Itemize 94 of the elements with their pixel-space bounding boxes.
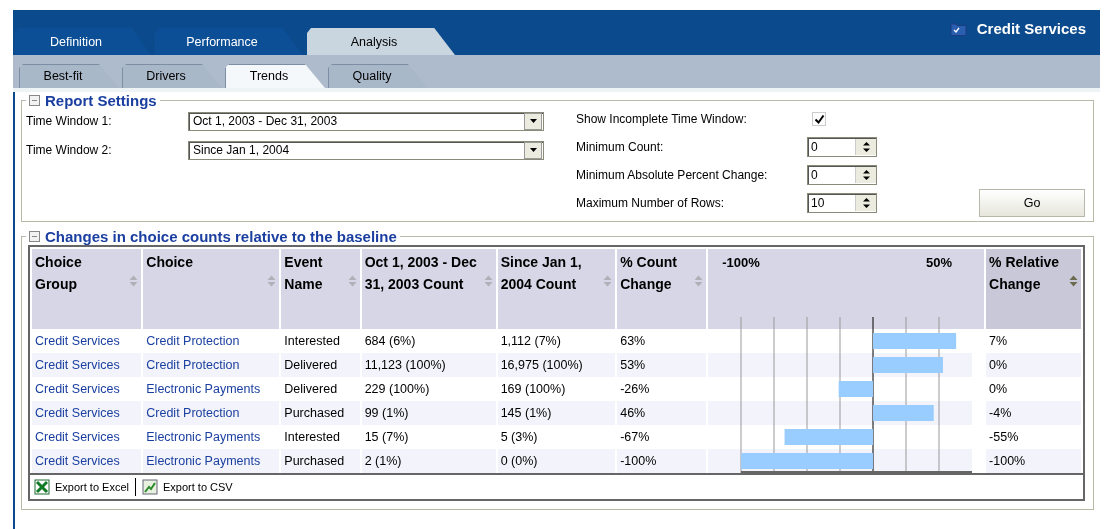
- table-cell: 99 (1%): [361, 401, 496, 425]
- table-cell-text: 229 (100%): [363, 381, 431, 398]
- table-cell-text: Interested: [283, 429, 341, 446]
- table-link[interactable]: Credit Services: [32, 353, 142, 377]
- spinner-arrows-icon: [855, 167, 876, 183]
- sort-icon: [1069, 275, 1078, 287]
- table-link[interactable]: Credit Protection: [143, 353, 280, 377]
- table-cell: 0%: [986, 353, 1081, 377]
- sort-icon: [693, 275, 703, 287]
- table-cell-text: 15 (7%): [363, 429, 410, 446]
- table-cell: -4%: [986, 401, 1081, 425]
- tab[interactable]: Analysis: [307, 28, 455, 55]
- field-label: Time Window 2:: [26, 143, 113, 157]
- table-cell-text: 0%: [988, 381, 1009, 398]
- table-cell: 0 (0%): [497, 449, 616, 473]
- table-cell-text: 7%: [988, 333, 1009, 350]
- column-header[interactable]: Choice Group: [32, 249, 142, 329]
- table-cell: -100%: [986, 449, 1081, 473]
- tab[interactable]: Performance: [155, 28, 303, 55]
- column-header[interactable]: Event Name: [281, 249, 360, 329]
- table-link[interactable]: Credit Services: [32, 449, 142, 473]
- section-title: Report Settings: [45, 92, 157, 109]
- table-cell: Delivered: [281, 353, 360, 377]
- table-cell: Purchased: [281, 449, 360, 473]
- tab[interactable]: Drivers: [122, 64, 222, 88]
- table-cell-text: Delivered: [283, 381, 339, 398]
- sort-icon: [267, 275, 277, 287]
- table-link[interactable]: Credit Protection: [143, 401, 280, 425]
- table-cell: 16,975 (100%): [497, 353, 616, 377]
- chart-bar: [872, 357, 943, 373]
- tab[interactable]: Best-fit: [19, 64, 119, 88]
- field-label: Minimum Absolute Percent Change:: [576, 168, 769, 182]
- sort-icon: [347, 275, 357, 287]
- collapse-icon[interactable]: [29, 231, 40, 242]
- chart-file-icon: [142, 479, 158, 495]
- section-title: Changes in choice counts relative to the baseline: [45, 228, 397, 245]
- table-link[interactable]: Credit Services: [32, 377, 142, 401]
- column-header[interactable]: Since Jan 1, 2004 Count: [497, 249, 616, 329]
- column-header[interactable]: % Count Change: [617, 249, 706, 329]
- table-cell-text: 63%: [619, 333, 647, 350]
- sort-icon: [603, 275, 613, 287]
- table-cell: Purchased: [281, 401, 360, 425]
- tab[interactable]: Quality: [328, 64, 428, 88]
- table-link[interactable]: Electronic Payments: [143, 449, 280, 473]
- app-title: Credit Services: [976, 20, 1086, 37]
- table-cell: 53%: [617, 353, 706, 377]
- sort-icon: [483, 275, 493, 287]
- table-cell-text: Interested: [283, 333, 341, 350]
- time-window-dropdown[interactable]: Since Jan 1, 2004: [188, 140, 544, 160]
- table-link[interactable]: Credit Services: [32, 329, 142, 353]
- table-cell-text: 5 (3%): [499, 429, 539, 446]
- tab[interactable]: Definition: [15, 28, 151, 55]
- chart-bar: [838, 381, 873, 397]
- field-label: Time Window 1:: [26, 114, 113, 128]
- table-cell-text: -67%: [619, 429, 651, 446]
- collapse-icon[interactable]: [29, 95, 40, 106]
- chart-bar: [872, 405, 934, 421]
- export-button[interactable]: Export to CSV: [142, 478, 239, 496]
- axis-tick-label: -100%: [722, 255, 760, 270]
- spinner-arrows-icon: [855, 139, 876, 155]
- table-link[interactable]: Electronic Payments: [143, 377, 280, 401]
- spinner-arrows-icon: [855, 195, 876, 211]
- table-link[interactable]: Credit Services: [32, 401, 142, 425]
- table-cell: 11,123 (100%): [361, 353, 496, 377]
- table-link[interactable]: Credit Services: [32, 425, 142, 449]
- table-cell-text: 1,112 (7%): [499, 333, 562, 350]
- table-cell: -100%: [617, 449, 706, 473]
- column-header[interactable]: % Relative Change: [986, 249, 1081, 329]
- folder-check-icon: [949, 21, 967, 36]
- column-header[interactable]: Oct 1, 2003 - Dec 31, 2003 Count: [361, 249, 496, 329]
- table-cell-text: 169 (100%): [499, 381, 567, 398]
- number-spinner[interactable]: 0: [807, 137, 877, 157]
- export-button[interactable]: Export to Excel: [34, 478, 136, 496]
- table-cell: 2 (1%): [361, 449, 496, 473]
- table-cell: 145 (1%): [497, 401, 616, 425]
- table-cell-text: -55%: [988, 429, 1020, 446]
- time-window-dropdown[interactable]: Oct 1, 2003 - Dec 31, 2003: [188, 111, 544, 131]
- tab[interactable]: Trends: [225, 64, 325, 88]
- checkbox[interactable]: [812, 112, 826, 126]
- sort-icon: [129, 275, 139, 287]
- field-label: Show Incomplete Time Window:: [576, 112, 748, 126]
- table-cell-text: -26%: [619, 381, 651, 398]
- table-cell: 46%: [617, 401, 706, 425]
- axis-tick-label: 50%: [925, 255, 952, 270]
- column-header[interactable]: Choice: [143, 249, 280, 329]
- field-label: Maximum Number of Rows:: [576, 196, 726, 210]
- spreadsheet-icon: [34, 479, 50, 495]
- number-spinner[interactable]: 0: [807, 165, 877, 185]
- table-link[interactable]: Electronic Payments: [143, 425, 280, 449]
- table-cell-text: 684 (6%): [363, 333, 417, 350]
- number-spinner[interactable]: 10: [807, 193, 877, 213]
- table-link[interactable]: Credit Protection: [143, 329, 280, 353]
- go-button[interactable]: Go: [979, 189, 1085, 217]
- field-label: Minimum Count:: [576, 140, 665, 154]
